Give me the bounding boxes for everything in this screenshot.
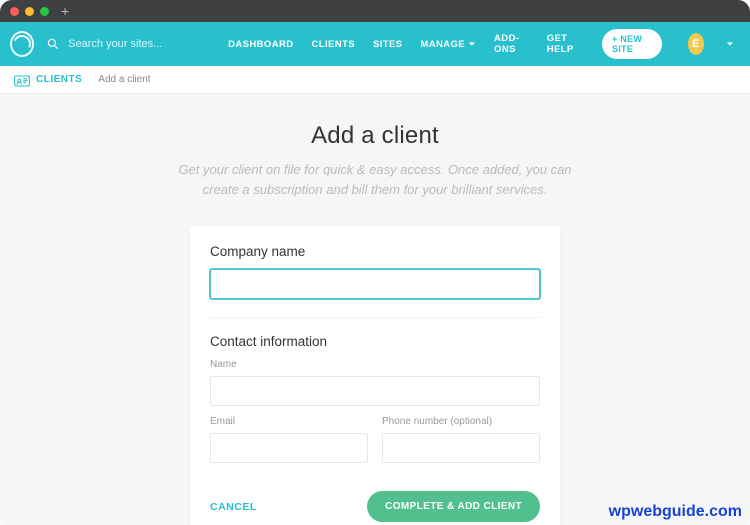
nav-addons[interactable]: ADD-ONS: [494, 33, 529, 55]
breadcrumb-root[interactable]: CLIENTS: [14, 73, 82, 87]
chevron-down-icon: [468, 40, 476, 48]
cancel-button[interactable]: CANCEL: [210, 501, 257, 513]
main-nav: DASHBOARD CLIENTS SITES MANAGE ADD-ONS G…: [228, 29, 734, 59]
window-close-dot[interactable]: [10, 7, 19, 16]
window-zoom-dot[interactable]: [40, 7, 49, 16]
section-contact-title: Contact information: [210, 334, 540, 349]
nav-manage[interactable]: MANAGE: [420, 39, 476, 50]
submit-button[interactable]: COMPLETE & ADD CLIENT: [367, 491, 540, 522]
window-minimize-dot[interactable]: [25, 7, 34, 16]
nav-dashboard[interactable]: DASHBOARD: [228, 39, 293, 50]
email-label: Email: [210, 416, 368, 427]
name-label: Name: [210, 359, 540, 370]
breadcrumb: CLIENTS Add a client: [0, 66, 750, 94]
watermark: wpwebguide.com: [609, 503, 742, 521]
page-body: Add a client Get your client on file for…: [0, 94, 750, 525]
phone-input[interactable]: [382, 433, 540, 463]
section-company-title: Company name: [210, 244, 540, 259]
user-avatar[interactable]: E: [688, 33, 704, 55]
breadcrumb-current: Add a client: [98, 74, 150, 85]
window-titlebar: +: [0, 0, 750, 22]
breadcrumb-root-label: CLIENTS: [36, 74, 82, 85]
brand-logo-icon[interactable]: [10, 31, 34, 57]
chevron-down-icon[interactable]: [726, 40, 734, 48]
clients-icon: [14, 73, 30, 87]
nav-sites[interactable]: SITES: [373, 39, 402, 50]
site-search: [46, 37, 228, 51]
nav-clients[interactable]: CLIENTS: [312, 39, 355, 50]
page-subtitle: Get your client on file for quick & easy…: [145, 160, 605, 200]
search-input[interactable]: [68, 38, 228, 50]
nav-gethelp[interactable]: GET HELP: [547, 33, 584, 55]
add-client-form: Company name Contact information Name Em…: [190, 226, 560, 525]
new-site-button[interactable]: + NEW SITE: [602, 29, 662, 59]
subtitle-line2: create a subscription and bill them for …: [203, 182, 548, 197]
form-actions: CANCEL COMPLETE & ADD CLIENT: [210, 485, 540, 522]
contact-name-input[interactable]: [210, 376, 540, 406]
browser-window: + DASHBOARD CLIENTS SITES MANAGE ADD-ONS…: [0, 0, 750, 525]
divider: [210, 317, 540, 318]
phone-label: Phone number (optional): [382, 416, 540, 427]
nav-manage-label: MANAGE: [420, 39, 465, 50]
company-name-input[interactable]: [210, 269, 540, 299]
email-input[interactable]: [210, 433, 368, 463]
page-title: Add a client: [0, 122, 750, 150]
app-topbar: DASHBOARD CLIENTS SITES MANAGE ADD-ONS G…: [0, 22, 750, 66]
new-tab-icon[interactable]: +: [61, 4, 69, 18]
subtitle-line1: Get your client on file for quick & easy…: [178, 162, 571, 177]
search-icon: [46, 37, 68, 51]
